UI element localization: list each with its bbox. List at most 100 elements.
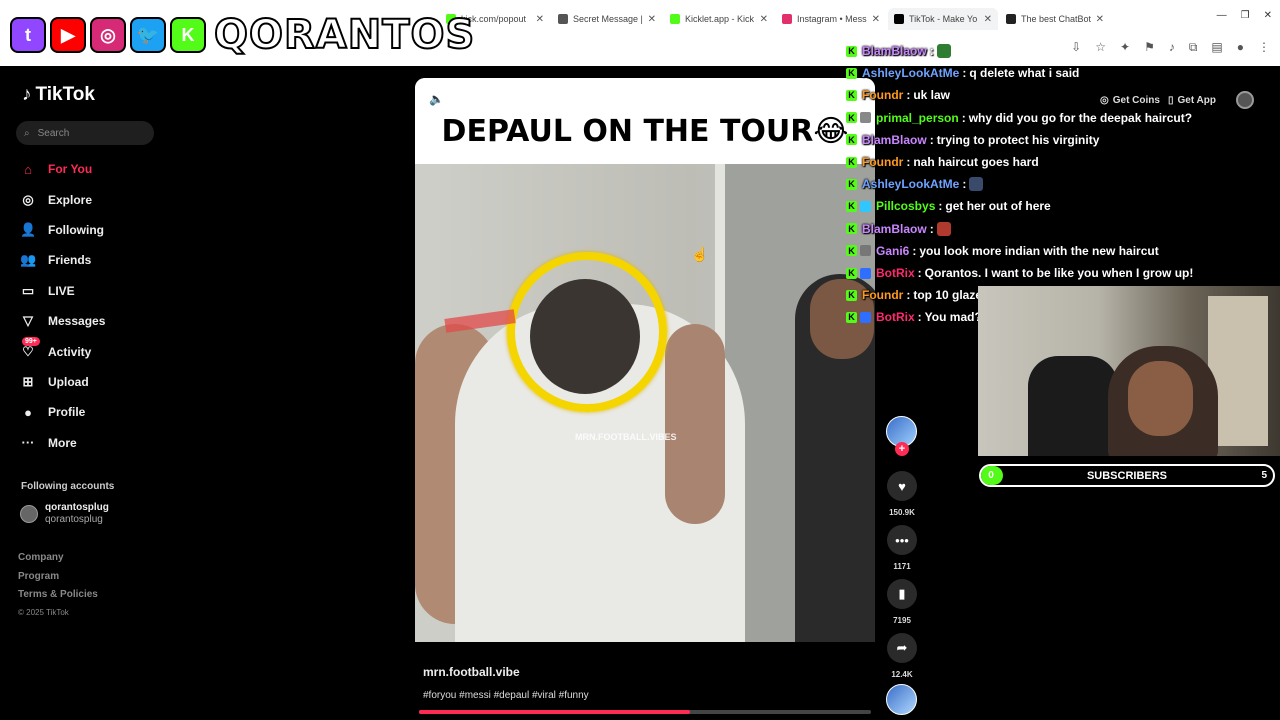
chat-message: Kprimal_person: why did you go for the de… <box>846 107 1192 129</box>
sidebar-item-activity[interactable]: ♡ Activity 99+ <box>20 336 105 366</box>
chat-message: K BlamBlaow: trying to protect his virgini… <box>846 129 1099 151</box>
sidebar-item-upload[interactable]: ⊞ Upload <box>20 367 105 397</box>
upload-icon: ⊞ <box>22 373 34 389</box>
avatar <box>20 505 38 523</box>
chat-message: K BlamBlaow: <box>846 40 951 62</box>
tab-favicon-icon <box>670 14 680 24</box>
chat-username[interactable]: AshleyLookAtMe <box>862 177 959 191</box>
following-icon: 👤 <box>20 221 37 237</box>
subscriber-goal-bar: 0 SUBSCRIBERS 5 <box>979 464 1275 487</box>
sidebar-item-label: For You <box>48 162 93 177</box>
bookmark-icon: ▮ <box>887 579 917 609</box>
tab-close-icon[interactable]: ✕ <box>536 14 544 25</box>
sidebar-item-label: Explore <box>48 192 93 207</box>
video-watermark: MRN.FOOTBALL.VIBES <box>575 432 677 442</box>
video-progress-bar[interactable] <box>419 710 871 714</box>
chat-username[interactable]: Foundr <box>862 88 903 102</box>
sidebar-item-live[interactable]: ▭ LIVE <box>20 276 105 306</box>
browser-tab[interactable]: Kicklet.app - Kick ✕ <box>664 8 774 30</box>
video-hashtags[interactable]: #foryou #messi #depaul #viral #funny <box>423 690 589 701</box>
chat-username[interactable]: Foundr <box>862 155 903 169</box>
chat-colon: : <box>906 155 911 169</box>
video-author[interactable]: mrn.football.vibe <box>423 665 520 679</box>
search-input[interactable]: ⌕ Search <box>16 121 154 145</box>
chat-username[interactable]: Pillcosbys <box>876 199 935 213</box>
kick-badge-icon: K <box>846 245 857 257</box>
chat-text: q delete what i said <box>969 66 1080 81</box>
sidebar-item-more[interactable]: ··· More <box>20 428 105 458</box>
compass-icon: ◎ <box>22 191 34 207</box>
chat-username[interactable]: BlamBlaow <box>862 133 927 147</box>
footer-link-program[interactable]: Program <box>18 571 98 590</box>
chat-colon: : <box>961 110 966 125</box>
tab-label: Kicklet.app - Kick <box>685 14 755 24</box>
share-count: 12.4K <box>891 670 913 679</box>
search-icon: ⌕ <box>24 127 30 139</box>
sidebar-footer: Company Program Terms & Policies © 2025 … <box>18 552 98 626</box>
chat-text: you look more indian with the new haircu… <box>919 243 1159 258</box>
chat-message: K AshleyLookAtMe: <box>846 173 984 195</box>
sidebar-item-profile[interactable]: ● Profile <box>20 397 105 427</box>
chat-username[interactable]: BlamBlaow <box>862 44 927 58</box>
tab-close-icon[interactable]: ✕ <box>648 14 656 25</box>
chat-username[interactable]: AshleyLookAtMe <box>862 66 959 80</box>
kick-badge-icon: K <box>846 311 857 323</box>
following-account-item[interactable]: qorantosplug qorantosplug <box>20 502 109 526</box>
share-icon: ➦ <box>887 633 917 663</box>
twitter-icon: 🐦 <box>130 17 166 53</box>
chat-message: K Foundr: top 10 glazers <box>846 284 993 306</box>
comment-button[interactable]: ••• 1171 <box>884 525 920 571</box>
tab-close-icon[interactable]: ✕ <box>760 14 768 25</box>
footer-link-terms[interactable]: Terms & Policies <box>18 589 98 608</box>
tiktok-logo[interactable]: ♪ TikTok <box>22 84 95 106</box>
streamer-face <box>1128 361 1193 436</box>
chat-badge-icon <box>860 200 871 212</box>
chat-username[interactable]: BotRix <box>876 266 915 280</box>
sidebar-item-label: Messages <box>48 314 106 329</box>
follow-plus-icon[interactable]: + <box>895 442 909 456</box>
video-player[interactable]: 🔈 DEPAUL ON THE TOUR😂 MRN.FOOTBALL.VIBES… <box>415 78 875 642</box>
chat-username[interactable]: Foundr <box>862 288 903 302</box>
like-button[interactable]: ♥ 150.9K <box>884 471 920 517</box>
chat-colon: : <box>962 66 967 81</box>
chat-emote-icon <box>936 221 951 236</box>
chat-username[interactable]: primal_person <box>876 111 959 125</box>
mute-icon[interactable]: 🔈 <box>429 92 444 106</box>
footer-link-company[interactable]: Company <box>18 552 98 571</box>
kick-icon: K <box>170 17 206 53</box>
sidebar-item-label: Following <box>48 222 104 237</box>
chat-username[interactable]: BlamBlaow <box>862 222 927 236</box>
chat-message: K Pillcosbys: get her out of here <box>846 195 1051 217</box>
account-handle: qorantosplug <box>45 514 103 525</box>
share-button[interactable]: ➦ 12.4K <box>884 633 920 679</box>
tiktok-note-icon: ♪ <box>22 84 32 105</box>
sidebar-item-label: LIVE <box>48 283 75 298</box>
youtube-icon: ▶ <box>50 17 86 53</box>
sidebar-item-label: Friends <box>48 253 92 268</box>
comment-count: 1171 <box>893 562 911 571</box>
chat-colon: : <box>917 266 922 280</box>
heart-icon: ♥ <box>887 471 917 501</box>
chat-username[interactable]: BotRix <box>876 310 915 324</box>
chat-colon: : <box>929 132 934 147</box>
chat-emote-icon <box>969 177 984 192</box>
chat-username[interactable]: Gani6 <box>876 244 909 258</box>
browser-tab[interactable]: Secret Message | ✕ <box>552 8 662 30</box>
kick-badge-icon: K <box>846 134 857 146</box>
mouse-cursor-icon: ☝ <box>691 246 709 262</box>
kick-badge-icon: K <box>846 289 857 301</box>
sidebar-item-for-you[interactable]: ⌂ For You <box>20 154 105 184</box>
profile-icon: ● <box>24 404 32 420</box>
sidebar-item-messages[interactable]: ▽ Messages <box>20 306 105 336</box>
music-disc-icon[interactable] <box>886 684 917 715</box>
notification-badge: 99+ <box>22 337 40 347</box>
home-icon: ⌂ <box>24 161 32 177</box>
video-progress-fill <box>419 710 691 714</box>
sidebar-item-following[interactable]: 👤 Following <box>20 215 105 245</box>
sidebar-item-explore[interactable]: ◎ Explore <box>20 184 105 214</box>
sidebar-item-label: Upload <box>48 374 89 389</box>
sidebar-item-friends[interactable]: 👥 Friends <box>20 245 105 275</box>
save-button[interactable]: ▮ 7195 <box>884 579 920 625</box>
more-icon: ··· <box>21 435 35 451</box>
stream-chat-overlay: K BlamBlaow: K AshleyLookAtMe: q delete what… <box>846 0 1280 330</box>
